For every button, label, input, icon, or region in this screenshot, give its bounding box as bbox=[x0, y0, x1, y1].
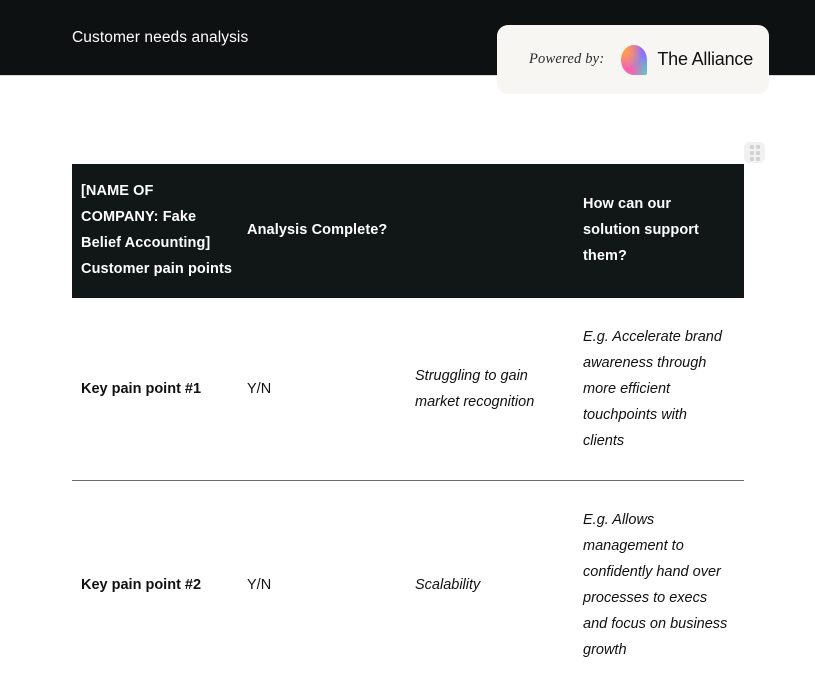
cell-pain-point[interactable]: Key pain point #2 bbox=[72, 481, 247, 689]
dot bbox=[756, 151, 760, 155]
drag-handle-dots-icon[interactable] bbox=[744, 142, 765, 163]
dot bbox=[750, 145, 754, 149]
cell-detail[interactable]: Struggling to gain market recognition bbox=[415, 298, 583, 481]
dot bbox=[750, 157, 754, 161]
table-row[interactable]: Key pain point #1 Y/N Struggling to gain… bbox=[72, 298, 744, 481]
cell-pain-point[interactable]: Key pain point #1 bbox=[72, 298, 247, 481]
powered-by-badge[interactable]: Powered by: The Alliance bbox=[497, 25, 769, 94]
column-header-analysis-complete[interactable]: Analysis Complete? bbox=[247, 164, 415, 298]
cell-detail[interactable]: Scalability bbox=[415, 481, 583, 689]
customer-needs-table: [NAME OF COMPANY: Fake Belief Accounting… bbox=[72, 164, 744, 689]
table-body: Key pain point #1 Y/N Struggling to gain… bbox=[72, 298, 744, 689]
powered-by-label: Powered by: bbox=[529, 51, 604, 68]
cell-analysis-complete[interactable]: Y/N bbox=[247, 298, 415, 481]
alliance-gradient-blob-logo-icon bbox=[621, 45, 647, 75]
column-header-detail[interactable] bbox=[415, 164, 583, 298]
cell-solution-support[interactable]: E.g. Accelerate brand awareness through … bbox=[583, 298, 744, 481]
table-header-row: [NAME OF COMPANY: Fake Belief Accounting… bbox=[72, 164, 744, 298]
customer-needs-table-wrapper: [NAME OF COMPANY: Fake Belief Accounting… bbox=[72, 164, 744, 689]
column-header-solution-support[interactable]: How can our solution support them? bbox=[583, 164, 744, 298]
cell-analysis-complete[interactable]: Y/N bbox=[247, 481, 415, 689]
dot bbox=[756, 157, 760, 161]
dot bbox=[756, 145, 760, 149]
dot bbox=[750, 151, 754, 155]
table-header: [NAME OF COMPANY: Fake Belief Accounting… bbox=[72, 164, 744, 298]
alliance-brand-name: The Alliance bbox=[657, 49, 753, 70]
page-title: Customer needs analysis bbox=[72, 29, 248, 47]
column-header-pain-points[interactable]: [NAME OF COMPANY: Fake Belief Accounting… bbox=[72, 164, 247, 298]
cell-solution-support[interactable]: E.g. Allows management to confidently ha… bbox=[583, 481, 744, 689]
table-row[interactable]: Key pain point #2 Y/N Scalability E.g. A… bbox=[72, 481, 744, 689]
